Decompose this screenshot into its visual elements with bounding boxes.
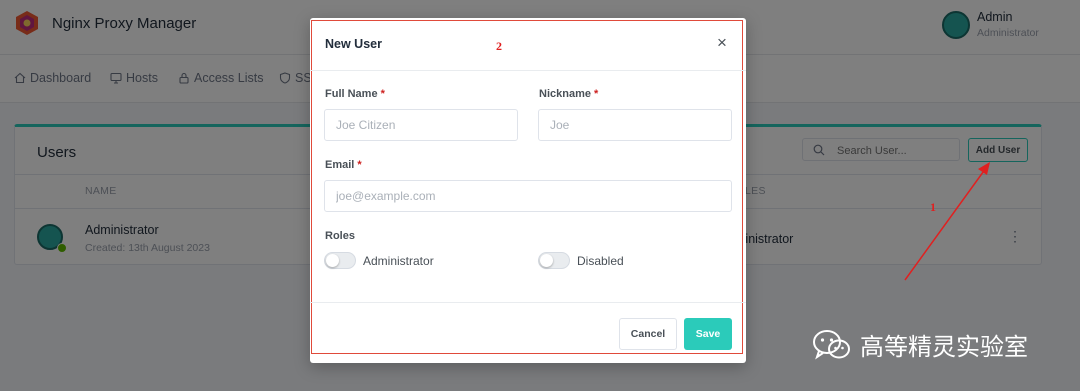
label-text: Email xyxy=(325,159,355,171)
label-text: Full Name xyxy=(325,88,378,100)
nickname-label: Nickname * xyxy=(539,88,598,100)
annotation-step-2: 2 xyxy=(496,39,502,53)
administrator-toggle-label[interactable]: Administrator xyxy=(363,254,434,268)
watermark-text: 高等精灵实验室 xyxy=(860,333,1028,361)
toggle-knob xyxy=(540,254,553,267)
required-marker: * xyxy=(357,159,362,171)
required-marker: * xyxy=(380,88,385,100)
wechat-icon xyxy=(813,329,850,359)
save-button[interactable]: Save xyxy=(684,318,732,350)
full-name-field[interactable] xyxy=(324,109,518,141)
cancel-button[interactable]: Cancel xyxy=(619,318,677,350)
administrator-toggle[interactable] xyxy=(324,252,356,269)
disabled-toggle[interactable] xyxy=(538,252,570,269)
roles-label: Roles xyxy=(325,230,355,242)
new-user-dialog: New User 2 × Full Name * Nickname * Emai… xyxy=(310,18,746,363)
label-text: Nickname xyxy=(539,88,591,100)
watermark: 高等精灵实验室 xyxy=(812,327,1028,362)
dialog-title: New User xyxy=(325,37,382,51)
full-name-label: Full Name * xyxy=(325,88,385,100)
nickname-field[interactable] xyxy=(538,109,732,141)
email-field[interactable] xyxy=(324,180,732,212)
close-icon[interactable]: × xyxy=(714,34,730,51)
annotation-step-1: 1 xyxy=(930,200,936,214)
divider xyxy=(310,302,746,303)
required-marker: * xyxy=(594,88,599,100)
disabled-toggle-label[interactable]: Disabled xyxy=(577,254,624,268)
toggle-knob xyxy=(326,254,339,267)
email-label: Email * xyxy=(325,159,362,171)
divider xyxy=(310,70,746,71)
